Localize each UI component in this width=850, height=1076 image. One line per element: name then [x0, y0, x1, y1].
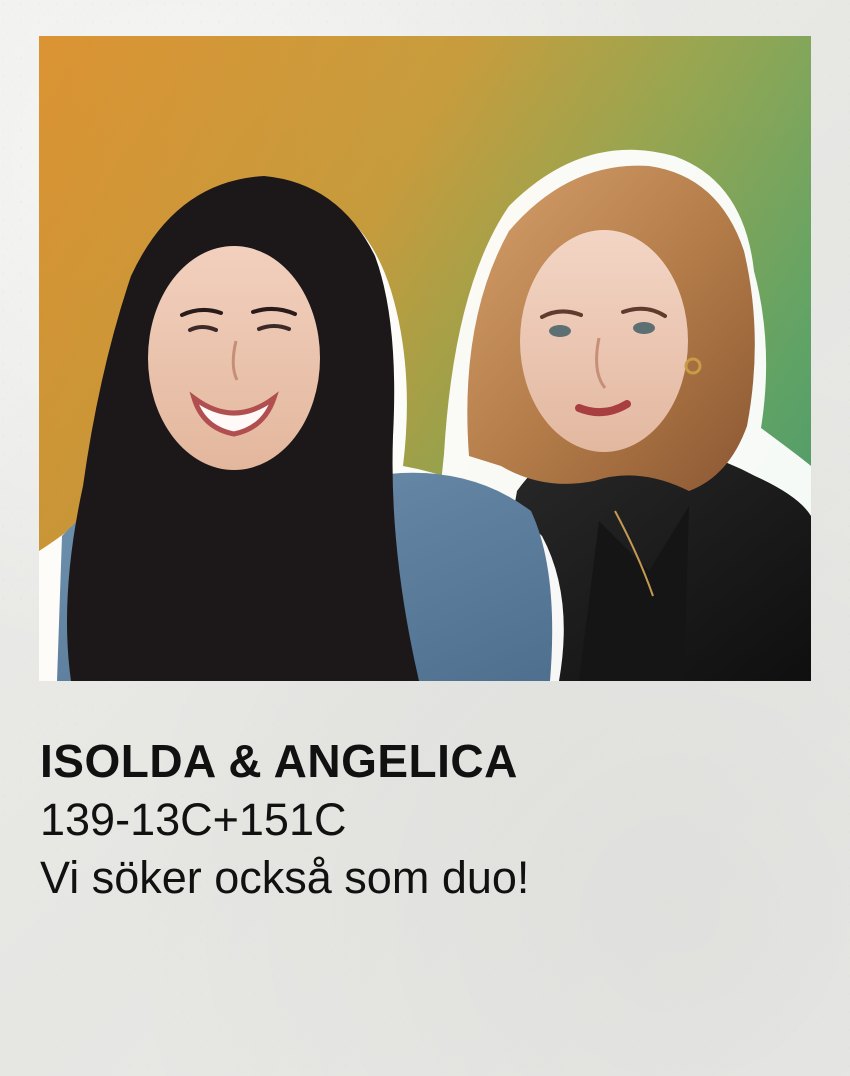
duo-code: 139-13C+151C	[40, 794, 347, 845]
duo-name: ISOLDA & ANGELICA	[40, 735, 518, 787]
polaroid-card: ISOLDA & ANGELICA 139-13C+151C Vi söker …	[0, 0, 850, 1076]
duo-photo	[39, 36, 811, 681]
photo-illustration	[39, 36, 811, 681]
duo-note: Vi söker också som duo!	[40, 852, 530, 903]
caption: ISOLDA & ANGELICA 139-13C+151C Vi söker …	[40, 733, 800, 907]
